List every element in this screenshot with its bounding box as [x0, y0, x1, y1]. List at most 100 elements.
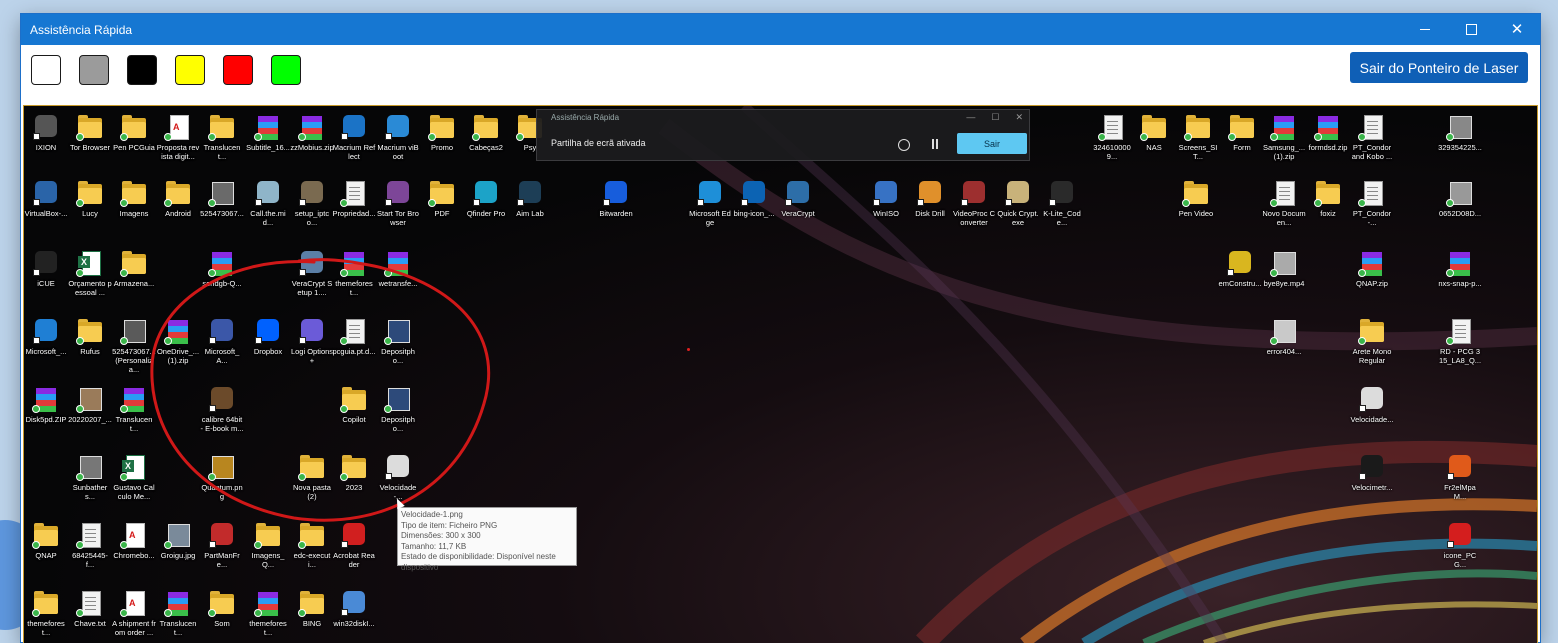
desktop-icon[interactable]: Propriedad...: [332, 180, 376, 218]
desktop-icon[interactable]: BING: [290, 590, 334, 628]
desktop-icon[interactable]: Aim Lab: [508, 180, 552, 218]
desktop-icon[interactable]: X Gustavo Calculo Me...: [112, 454, 156, 501]
color-swatch-red[interactable]: [223, 55, 253, 85]
desktop-icon[interactable]: Pen Video: [1174, 180, 1218, 218]
desktop-icon[interactable]: Arete Mono Regular: [1350, 318, 1394, 365]
desktop-icon[interactable]: VirtualBox-...: [24, 180, 68, 218]
desktop-icon[interactable]: Promo: [420, 114, 464, 152]
desktop-icon[interactable]: Pen PCGuia: [112, 114, 156, 152]
desktop-icon[interactable]: Velocidade...: [1350, 386, 1394, 424]
desktop-icon[interactable]: WinISO: [864, 180, 908, 218]
desktop-icon[interactable]: bing-icon_...: [732, 180, 776, 218]
desktop-icon[interactable]: Som: [200, 590, 244, 628]
desktop-icon[interactable]: 20220207_...: [68, 386, 112, 424]
desktop-icon[interactable]: Depositpho...: [376, 318, 420, 365]
desktop-icon[interactable]: Imagens_Q...: [246, 522, 290, 569]
close-button[interactable]: ✕: [1494, 14, 1540, 45]
desktop-icon[interactable]: iCUE: [24, 250, 68, 288]
desktop-icon[interactable]: Translucent...: [156, 590, 200, 637]
color-swatch-black[interactable]: [127, 55, 157, 85]
desktop-icon[interactable]: foxiz: [1306, 180, 1350, 218]
desktop-icon[interactable]: zzMobius.zip: [290, 114, 334, 152]
desktop-icon[interactable]: Microsoft_...: [24, 318, 68, 356]
desktop-icon[interactable]: Tor Browser: [68, 114, 112, 152]
stop-sharing-button[interactable]: Sair: [957, 133, 1027, 154]
desktop-icon[interactable]: Velocidade-...: [376, 454, 420, 501]
desktop-icon[interactable]: Microsoft Edge: [688, 180, 732, 227]
desktop-icon[interactable]: PT_Condor-...: [1350, 180, 1394, 227]
desktop-icon[interactable]: Lucy: [68, 180, 112, 218]
desktop-icon[interactable]: bye8ye.mp4: [1262, 250, 1306, 288]
desktop-icon[interactable]: Android: [156, 180, 200, 218]
desktop-icon[interactable]: 329354225...: [1438, 114, 1482, 152]
desktop-icon[interactable]: A Proposta revista digit...: [156, 114, 200, 161]
desktop-icon[interactable]: edc-executi...: [290, 522, 334, 569]
desktop-icon[interactable]: Quick Crypt.exe: [996, 180, 1040, 227]
desktop-icon[interactable]: A A shipment from order ...: [112, 590, 156, 637]
desktop-icon[interactable]: Macrium Reflect: [332, 114, 376, 161]
desktop-icon[interactable]: Disk5pd.ZIP: [24, 386, 68, 424]
share-close-icon[interactable]: ✕: [1015, 112, 1023, 123]
desktop-icon[interactable]: formdsd.zip: [1306, 114, 1350, 152]
desktop-icon[interactable]: 3246100009...: [1090, 114, 1134, 161]
desktop-icon[interactable]: 2023: [332, 454, 376, 492]
desktop-icon[interactable]: Rufus: [68, 318, 112, 356]
color-swatch-yellow[interactable]: [175, 55, 205, 85]
desktop-icon[interactable]: OneDrive_... (1).zip: [156, 318, 200, 365]
desktop-icon[interactable]: Form: [1220, 114, 1264, 152]
desktop-icon[interactable]: pcguia.pt.d...: [332, 318, 376, 356]
desktop-icon[interactable]: Start Tor Browser: [376, 180, 420, 227]
desktop-icon[interactable]: themeforest...: [24, 590, 68, 637]
color-swatch-white[interactable]: [31, 55, 61, 85]
color-swatch-gray[interactable]: [79, 55, 109, 85]
desktop-icon[interactable]: Armazena...: [112, 250, 156, 288]
desktop-icon[interactable]: win32diskI...: [332, 590, 376, 628]
desktop-icon[interactable]: Quantum.png: [200, 454, 244, 501]
desktop-icon[interactable]: emConstru...: [1218, 250, 1262, 288]
desktop-icon[interactable]: Microsoft_A...: [200, 318, 244, 365]
desktop-icon[interactable]: Nova pasta (2): [290, 454, 334, 501]
desktop-icon[interactable]: calibre 64bit - E-book m...: [200, 386, 244, 433]
desktop-icon[interactable]: K-Lite_Code...: [1040, 180, 1084, 227]
desktop-icon[interactable]: Logi Options+: [290, 318, 334, 365]
shared-screen-view[interactable]: IXION Tor Browser Pen PCGuia A Proposta revi…: [23, 105, 1538, 643]
desktop-icon[interactable]: 0652D08D...: [1438, 180, 1482, 218]
desktop-icon[interactable]: Macrium viBoot: [376, 114, 420, 161]
share-minimize-icon[interactable]: —: [966, 112, 975, 123]
chat-icon[interactable]: [898, 139, 910, 151]
desktop-icon[interactable]: Depositpho...: [376, 386, 420, 433]
desktop-icon[interactable]: IXION: [24, 114, 68, 152]
desktop-icon[interactable]: 525473067...: [200, 180, 244, 218]
desktop-icon[interactable]: Screens_SIT...: [1176, 114, 1220, 161]
maximize-button[interactable]: [1448, 14, 1494, 45]
minimize-button[interactable]: [1402, 14, 1448, 45]
desktop-icon[interactable]: 68425445-f...: [68, 522, 112, 569]
desktop-icon[interactable]: Cabeças2: [464, 114, 508, 152]
desktop-icon[interactable]: VeraCrypt Setup 1....: [290, 250, 334, 297]
desktop-icon[interactable]: setup_iptco...: [290, 180, 334, 227]
pause-icon[interactable]: [930, 139, 940, 149]
desktop-icon[interactable]: Velocimetr...: [1350, 454, 1394, 492]
desktop-icon[interactable]: Dropbox: [246, 318, 290, 356]
desktop-icon[interactable]: Acrobat Reader: [332, 522, 376, 569]
desktop-icon[interactable]: Translucent...: [200, 114, 244, 161]
desktop-icon[interactable]: VeraCrypt: [776, 180, 820, 218]
desktop-icon[interactable]: A Chromebo...: [112, 522, 156, 560]
desktop-icon[interactable]: error404...: [1262, 318, 1306, 356]
desktop-icon[interactable]: Sunbathers...: [68, 454, 112, 501]
desktop-icon[interactable]: 525473067... (Personaliza...: [112, 318, 156, 374]
exit-laser-pointer-button[interactable]: Sair do Ponteiro de Laser: [1350, 52, 1528, 83]
desktop-icon[interactable]: PT_Condor and Kobo ...: [1350, 114, 1394, 161]
desktop-icon[interactable]: RD - PCG 315_LA8_Q...: [1438, 318, 1482, 365]
color-swatch-green[interactable]: [271, 55, 301, 85]
desktop-icon[interactable]: themeforest...: [332, 250, 376, 297]
desktop-icon[interactable]: Qfinder Pro: [464, 180, 508, 218]
desktop-icon[interactable]: Call.the.mid...: [246, 180, 290, 227]
desktop-icon[interactable]: wetransfe...: [376, 250, 420, 288]
desktop-icon[interactable]: QNAP: [24, 522, 68, 560]
desktop-icon[interactable]: X Orçamento pessoal ...: [68, 250, 112, 297]
desktop-icon[interactable]: Samsung_... (1).zip: [1262, 114, 1306, 161]
desktop-icon[interactable]: VideoProc Converter: [952, 180, 996, 227]
desktop-icon[interactable]: Groigu.jpg: [156, 522, 200, 560]
desktop-icon[interactable]: Chave.txt: [68, 590, 112, 628]
